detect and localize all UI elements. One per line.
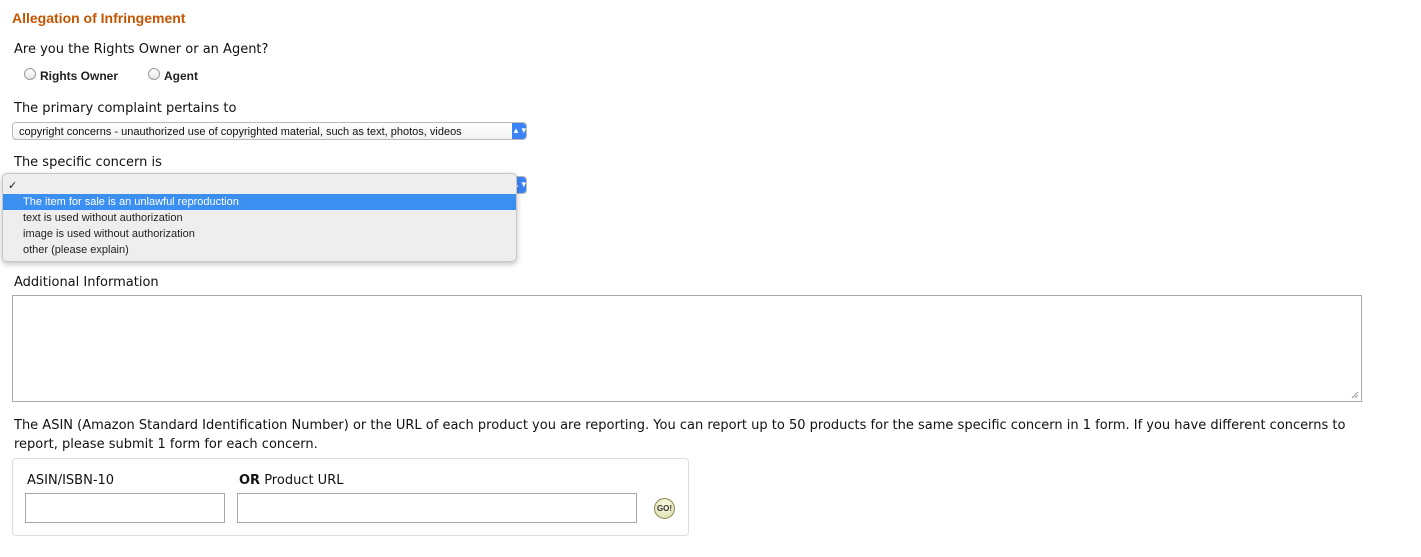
additional-info-label: Additional Information bbox=[14, 275, 159, 290]
dropdown-option-text-unauthorized[interactable]: text is used without authorization bbox=[3, 210, 516, 226]
complaint-select[interactable]: copyright concerns - unauthorized use of… bbox=[12, 122, 527, 140]
url-label: OR Product URL bbox=[239, 473, 343, 488]
role-radio-group: Rights Owner Agent bbox=[24, 64, 228, 83]
radio-circle-agent[interactable] bbox=[148, 67, 161, 80]
radio-label-rights-owner[interactable]: Rights Owner bbox=[40, 69, 118, 83]
checkmark-icon: ✓ bbox=[8, 180, 18, 192]
dropdown-option-unlawful-reproduction[interactable]: The item for sale is an unlawful reprodu… bbox=[3, 194, 516, 210]
asin-input[interactable] bbox=[25, 493, 225, 523]
url-label-text: Product URL bbox=[260, 473, 344, 488]
radio-label-agent[interactable]: Agent bbox=[164, 69, 198, 83]
asin-entry-box: ASIN/ISBN-10 OR Product URL GO! bbox=[12, 458, 689, 536]
section-title: Allegation of Infringement bbox=[12, 10, 186, 26]
url-label-or: OR bbox=[239, 473, 261, 488]
radio-circle-rights-owner[interactable] bbox=[24, 67, 36, 80]
concern-label: The specific concern is bbox=[14, 155, 162, 170]
asin-label: ASIN/ISBN-10 bbox=[27, 473, 115, 488]
product-url-input[interactable] bbox=[237, 493, 637, 523]
complaint-label: The primary complaint pertains to bbox=[14, 101, 237, 116]
asin-instructions: The ASIN (Amazon Standard Identification… bbox=[14, 418, 1346, 452]
resize-handle-icon[interactable] bbox=[1351, 391, 1359, 399]
role-question: Are you the Rights Owner or an Agent? bbox=[14, 42, 269, 57]
complaint-select-value: copyright concerns - unauthorized use of… bbox=[19, 126, 462, 138]
select-arrows-icon[interactable]: ▲▼ bbox=[512, 123, 526, 139]
dropdown-option-image-unauthorized[interactable]: image is used without authorization bbox=[3, 226, 516, 242]
dropdown-option-other[interactable]: other (please explain) bbox=[3, 242, 516, 258]
additional-info-textarea[interactable] bbox=[12, 295, 1362, 402]
radio-rights-owner[interactable]: Rights Owner bbox=[24, 64, 118, 83]
radio-agent[interactable]: Agent bbox=[148, 64, 198, 83]
concern-dropdown-menu: ✓ The item for sale is an unlawful repro… bbox=[2, 173, 517, 262]
go-button[interactable]: GO! bbox=[654, 498, 675, 519]
